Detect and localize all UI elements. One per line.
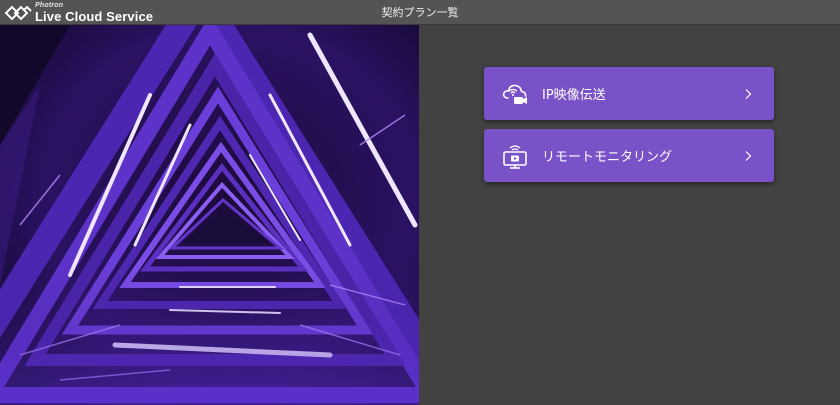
header-bar: Photron Live Cloud Service 契約プラン一覧 xyxy=(0,0,840,25)
page-title: 契約プラン一覧 xyxy=(381,6,459,19)
monitor-play-icon xyxy=(500,141,530,171)
remote-monitoring-label: リモートモニタリング xyxy=(542,150,673,165)
chevron-right-icon xyxy=(738,146,758,166)
ip-video-transmission-button[interactable]: IP映像伝送 xyxy=(484,67,774,120)
remote-monitoring-button[interactable]: リモートモニタリング xyxy=(484,129,774,182)
hero-image xyxy=(0,25,419,405)
ip-video-transmission-label: IP映像伝送 xyxy=(542,88,606,103)
stairwell-photo xyxy=(0,25,419,405)
chevron-right-icon xyxy=(738,84,758,104)
cloud-camera-icon xyxy=(500,79,530,109)
